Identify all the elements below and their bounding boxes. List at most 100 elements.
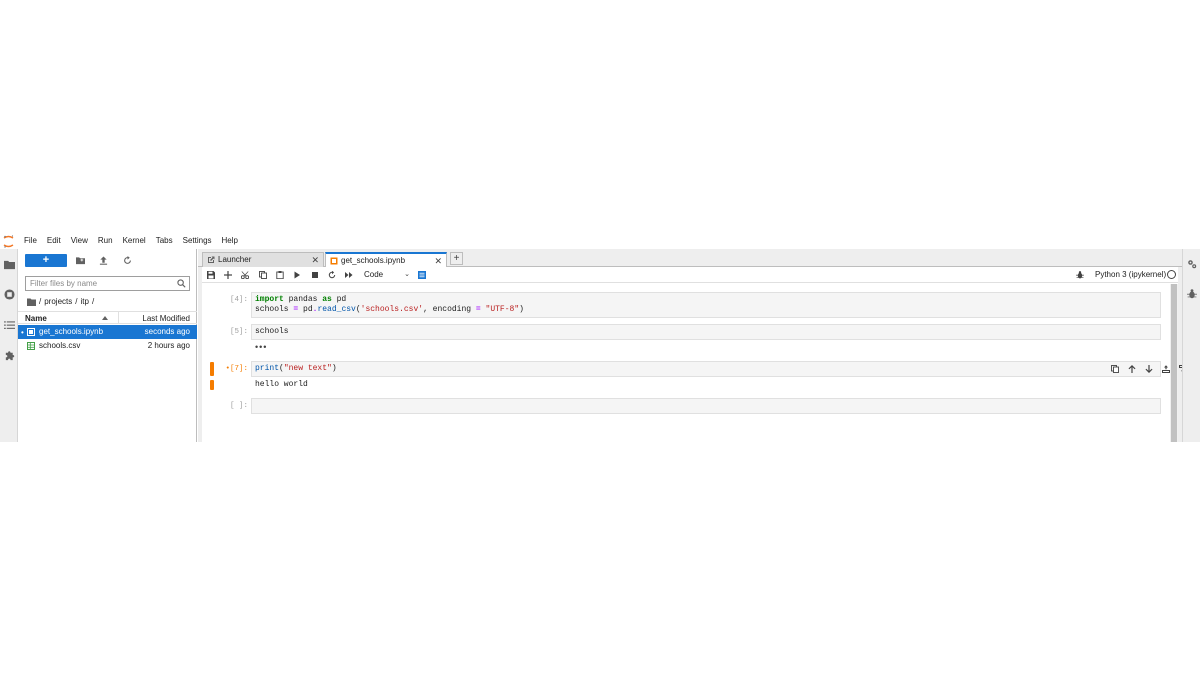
code-token: "new text" — [283, 364, 332, 373]
notebook-toolbar: Code ⌄ Python 3 (ipykernel) — [202, 267, 1178, 283]
move-up-icon[interactable] — [1127, 364, 1137, 374]
code-token: ) — [519, 305, 524, 314]
code-token: ) — [331, 364, 337, 373]
breadcrumb-separator: / — [91, 297, 95, 306]
cell-type-select[interactable]: Code ⌄ — [364, 269, 410, 280]
home-folder-icon[interactable] — [27, 298, 36, 306]
menu-file[interactable]: File — [19, 233, 42, 249]
tab-launcher[interactable]: Launcher ✕ — [202, 252, 324, 267]
file-name: schools.csv — [39, 341, 81, 350]
notebook-icon — [27, 328, 35, 336]
run-icon[interactable] — [292, 270, 302, 280]
code-cell-input[interactable]: print("new text") — [251, 361, 1200, 377]
debugger-icon[interactable] — [1187, 289, 1198, 300]
tab-label: get_schools.ipynb — [341, 256, 406, 265]
upload-icon[interactable] — [98, 255, 108, 265]
refresh-icon[interactable] — [122, 255, 132, 265]
cell-output-stream: hello world — [255, 380, 308, 389]
file-modified: 2 hours ago — [147, 341, 190, 350]
menu-tabs[interactable]: Tabs — [151, 233, 178, 249]
cell-prompt: [4]: — [229, 296, 248, 304]
code-token: import — [255, 295, 284, 304]
close-icon[interactable]: ✕ — [434, 256, 442, 267]
menu-kernel[interactable]: Kernel — [118, 233, 151, 249]
chevron-down-icon: ⌄ — [404, 271, 410, 278]
add-tab-button[interactable]: + — [450, 252, 463, 265]
new-folder-icon[interactable] — [75, 255, 85, 265]
code-cell-input[interactable]: import pandas as pd schools = pd.read_csv… — [251, 292, 1161, 318]
copy-icon[interactable] — [258, 270, 268, 280]
code-token: print — [255, 364, 280, 373]
file-row-get-schools[interactable]: • get_schools.ipynb seconds ago — [18, 325, 197, 339]
stop-icon[interactable] — [310, 270, 320, 280]
folder-icon[interactable] — [3, 258, 15, 270]
filter-files-input[interactable] — [30, 278, 170, 289]
menu-view[interactable]: View — [66, 233, 93, 249]
breadcrumb-itp[interactable]: itp — [80, 297, 88, 306]
column-header-name[interactable]: Name — [25, 314, 47, 323]
file-list-header: Name Last Modified — [18, 311, 197, 324]
notebook-cells: [4]: import pandas as pd schools = pd.rea… — [202, 284, 1200, 442]
output-collapser[interactable] — [210, 380, 214, 390]
code-token: "UTF-8" — [485, 305, 520, 314]
code-token: read_csv — [317, 305, 356, 314]
tab-bar: Launcher ✕ get_schools.ipynb ✕ + — [198, 249, 1182, 268]
move-down-icon[interactable] — [1144, 364, 1154, 374]
breadcrumb-separator: / — [75, 297, 78, 306]
column-header-last-modified[interactable]: Last Modified — [142, 314, 190, 323]
breadcrumb-separator: / — [39, 297, 42, 306]
sort-ascending-icon[interactable] — [102, 316, 108, 320]
menu-settings[interactable]: Settings — [178, 233, 217, 249]
file-browser: + / projects / itp / — [18, 249, 197, 442]
extension-manager-icon[interactable] — [3, 349, 15, 361]
running-dot: • — [21, 328, 24, 337]
scrollbar-thumb[interactable] — [1171, 284, 1177, 442]
table-of-contents-icon[interactable] — [3, 319, 15, 331]
duplicate-cell-icon[interactable] — [1110, 364, 1120, 374]
insert-cell-icon[interactable] — [223, 270, 233, 280]
filter-box — [25, 276, 190, 291]
left-sidebar-tabs — [0, 249, 18, 442]
running-kernels-icon[interactable] — [3, 288, 15, 300]
menu-help[interactable]: Help — [217, 233, 243, 249]
debugger-icon[interactable] — [1076, 271, 1085, 280]
kernel-name[interactable]: Python 3 (ipykernel) — [1095, 270, 1166, 279]
cell-prompt: •[7]: — [225, 365, 248, 373]
file-row-schools-csv[interactable]: schools.csv 2 hours ago — [18, 339, 197, 353]
launcher-icon — [208, 256, 215, 263]
menu-run[interactable]: Run — [93, 233, 118, 249]
code-line: print("new text") — [255, 364, 337, 373]
notebook-scrollbar[interactable] — [1170, 284, 1178, 442]
jupyterlab-app: File Edit View Run Kernel Tabs Settings … — [0, 233, 1200, 442]
restart-kernel-icon[interactable] — [327, 270, 337, 280]
save-icon[interactable] — [206, 270, 216, 280]
menu-edit[interactable]: Edit — [42, 233, 66, 249]
cell-prompt: [ ]: — [229, 402, 248, 410]
close-icon[interactable]: ✕ — [311, 255, 319, 266]
code-cell-input[interactable]: schools — [251, 324, 1161, 340]
paste-icon[interactable] — [275, 270, 285, 280]
notebook-panel: Code ⌄ Python 3 (ipykernel) [4]: import … — [202, 267, 1200, 442]
cell-type-value: Code — [364, 270, 384, 279]
code-token: pd — [331, 295, 347, 304]
new-launcher-button[interactable]: + — [25, 254, 67, 267]
tab-get-schools[interactable]: get_schools.ipynb ✕ — [325, 252, 447, 268]
property-inspector-icon[interactable] — [417, 270, 427, 280]
file-modified: seconds ago — [144, 327, 190, 336]
breadcrumb: / projects / itp / — [27, 296, 97, 307]
code-token: as — [322, 295, 332, 304]
restart-run-all-icon[interactable] — [344, 270, 354, 280]
collapsed-output-ellipsis[interactable]: ••• — [255, 342, 267, 352]
jupyter-logo-icon — [3, 235, 14, 248]
search-icon — [177, 279, 186, 288]
code-cell-input[interactable] — [251, 398, 1161, 414]
property-inspector-gears-icon[interactable] — [1187, 259, 1198, 270]
breadcrumb-projects[interactable]: projects — [44, 297, 72, 306]
right-sidebar-tabs — [1182, 249, 1200, 442]
spreadsheet-icon — [27, 342, 35, 350]
menu-bar: File Edit View Run Kernel Tabs Settings … — [0, 233, 1200, 249]
cut-icon[interactable] — [240, 270, 250, 280]
file-browser-toolbar: + — [18, 249, 197, 273]
file-name: get_schools.ipynb — [39, 327, 104, 336]
column-divider[interactable] — [118, 312, 119, 324]
